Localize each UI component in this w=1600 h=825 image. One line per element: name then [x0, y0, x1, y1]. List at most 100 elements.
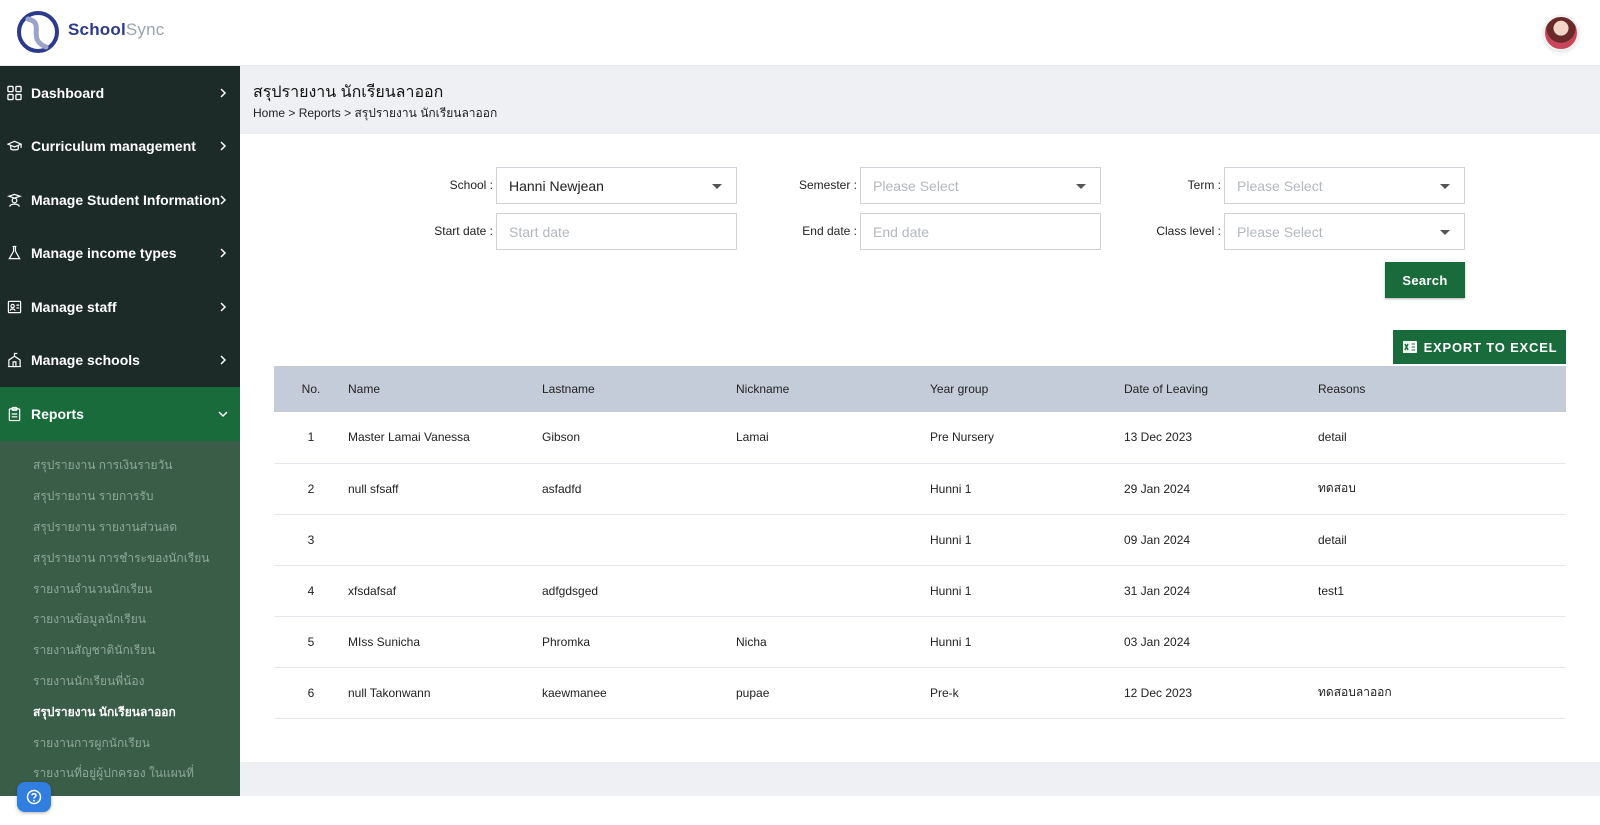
cell-nickname: [736, 463, 930, 514]
cell-year-group: Pre Nursery: [930, 430, 995, 445]
cell-lastname: Phromka: [542, 634, 591, 649]
graduation-cap-icon: [7, 140, 22, 151]
chevron-right-icon: [220, 88, 227, 98]
sidebar-item-reports[interactable]: Reports: [0, 387, 240, 441]
submenu-item-current[interactable]: สรุปรายงาน นักเรียนลาออก: [0, 697, 240, 728]
submenu-item[interactable]: รายงานข้อมูลนักเรียน: [0, 604, 240, 635]
semester-label: Semester :: [798, 178, 857, 192]
cell-year-group: Hunni 1: [930, 481, 972, 496]
cell-nickname: Nicha: [736, 634, 767, 649]
column-header-year-group[interactable]: Year group: [930, 366, 1124, 412]
school-icon: [7, 353, 22, 368]
chevron-right-icon: [220, 302, 227, 312]
cell-year-group: Hunni 1: [930, 583, 972, 598]
export-excel-button[interactable]: EXPORT TO EXCEL: [1393, 330, 1566, 364]
sidebar-item-label: Curriculum management: [31, 138, 196, 155]
cell-lastname: [542, 514, 736, 565]
start-date-label: Start date :: [434, 224, 493, 238]
id-card-icon: [7, 300, 22, 313]
help-button[interactable]: [17, 782, 51, 812]
column-header-lastname[interactable]: Lastname: [542, 366, 736, 412]
top-bar: SchoolSync: [0, 0, 1600, 66]
table-row[interactable]: 4 xfsdafsaf adfgdsged Hunni 1 31 Jan 202…: [274, 565, 1566, 616]
cell-no: 6: [307, 685, 315, 700]
table-row[interactable]: 6 null Takonwann kaewmanee pupae Pre-k 1…: [274, 667, 1566, 718]
breadcrumb-current: สรุปรายงาน นักเรียนลาออก: [354, 106, 498, 120]
chevron-right-icon: [220, 195, 227, 205]
student-icon: [7, 193, 22, 207]
flask-icon: [8, 246, 21, 260]
cell-date-of-leaving: 12 Dec 2023: [1124, 685, 1193, 700]
cell-lastname: Gibson: [542, 430, 581, 445]
caret-down-icon: [1076, 184, 1086, 189]
column-header-date-of-leaving[interactable]: Date of Leaving: [1124, 366, 1318, 412]
cell-name: null Takonwann: [348, 685, 431, 700]
page-header: สรุปรายงาน นักเรียนลาออก Home > Reports …: [240, 66, 1600, 134]
cell-name: null sfsaff: [348, 481, 399, 496]
submenu-item[interactable]: รายงานการผูกนักเรียน: [0, 728, 240, 759]
cell-reasons: ทดสอบลาออก: [1318, 685, 1392, 699]
breadcrumb-separator: >: [344, 106, 352, 120]
schoolsync-logo[interactable]: [16, 9, 60, 55]
cell-name: Master Lamai Vanessa: [348, 430, 470, 445]
submenu-item[interactable]: รายงานนักเรียนพี่น้อง: [0, 666, 240, 697]
breadcrumb-reports[interactable]: Reports: [299, 106, 341, 120]
sidebar-item-income-types[interactable]: Manage income types: [0, 227, 240, 281]
sidebar-item-label: Dashboard: [31, 84, 105, 101]
table-row[interactable]: 5 MIss Sunicha Phromka Nicha Hunni 1 03 …: [274, 616, 1566, 667]
end-date-input[interactable]: End date: [860, 213, 1101, 250]
cell-name: xfsdafsaf: [348, 583, 397, 598]
user-avatar[interactable]: [1543, 15, 1579, 51]
end-date-label: End date :: [802, 224, 857, 238]
cell-date-of-leaving: 03 Jan 2024: [1124, 634, 1191, 649]
sidebar-item-dashboard[interactable]: Dashboard: [0, 66, 240, 120]
cell-reasons: ทดสอบ: [1318, 481, 1356, 495]
sidebar-item-curriculum[interactable]: Curriculum management: [0, 120, 240, 174]
column-header-reasons[interactable]: Reasons: [1318, 366, 1566, 412]
brand-name: SchoolSync: [68, 20, 164, 40]
class-level-select-placeholder: Please Select: [1237, 223, 1323, 240]
sidebar-item-schools[interactable]: Manage schools: [0, 334, 240, 388]
sidebar-item-label: Manage schools: [31, 352, 140, 369]
cell-reasons: detail: [1318, 532, 1347, 547]
cell-no: 2: [307, 481, 315, 496]
page-title: สรุปรายงาน นักเรียนลาออก: [253, 84, 444, 101]
reports-submenu: สรุปรายงาน การเงินรายวัน สรุปรายงาน รายก…: [0, 440, 240, 796]
column-header-name[interactable]: Name: [348, 366, 542, 412]
column-header-nickname[interactable]: Nickname: [736, 366, 930, 412]
start-date-input[interactable]: Start date: [496, 213, 737, 250]
brand-name-part1: School: [68, 20, 126, 39]
submenu-item[interactable]: สรุปรายงาน การชำระของนักเรียน: [0, 543, 240, 574]
semester-select[interactable]: Please Select: [860, 167, 1101, 204]
breadcrumb-home[interactable]: Home: [253, 106, 285, 120]
excel-icon: [1402, 341, 1417, 353]
submenu-item[interactable]: สรุปรายงาน รายการรับ: [0, 481, 240, 512]
submenu-item[interactable]: สรุปรายงาน รายงานส่วนลด: [0, 512, 240, 543]
cell-nickname: [736, 565, 930, 616]
term-select[interactable]: Please Select: [1224, 167, 1465, 204]
table-row[interactable]: 1 Master Lamai Vanessa Gibson Lamai Pre …: [274, 412, 1566, 463]
question-icon: [26, 789, 42, 805]
sidebar-item-student-information[interactable]: Manage Student Information: [0, 173, 240, 227]
cell-no: 4: [307, 583, 315, 598]
submenu-item[interactable]: รายงานสัญชาตินักเรียน: [0, 635, 240, 666]
sidebar-item-staff[interactable]: Manage staff: [0, 280, 240, 334]
submenu-item[interactable]: รายงานจำนวนนักเรียน: [0, 574, 240, 605]
class-level-select[interactable]: Please Select: [1224, 213, 1465, 250]
chevron-down-icon: [218, 411, 228, 417]
class-level-label: Class level :: [1156, 224, 1221, 238]
chevron-right-icon: [220, 141, 227, 151]
export-excel-label: EXPORT TO EXCEL: [1423, 339, 1558, 355]
school-select[interactable]: Hanni Newjean: [496, 167, 737, 204]
cell-date-of-leaving: 31 Jan 2024: [1124, 583, 1191, 598]
column-header-no[interactable]: No.: [274, 366, 348, 412]
table-row[interactable]: 2 null sfsaff asfadfd Hunni 1 29 Jan 202…: [274, 463, 1566, 514]
cell-year-group: Pre-k: [930, 685, 959, 700]
chevron-right-icon: [220, 355, 227, 365]
cell-lastname: kaewmanee: [542, 685, 607, 700]
sidebar-item-label: Manage Student Information: [31, 191, 220, 208]
search-button[interactable]: Search: [1385, 262, 1465, 298]
submenu-item[interactable]: สรุปรายงาน การเงินรายวัน: [0, 451, 240, 482]
main-content: สรุปรายงาน นักเรียนลาออก Home > Reports …: [240, 66, 1600, 796]
table-row[interactable]: 3 Hunni 1 09 Jan 2024 detail: [274, 514, 1566, 565]
